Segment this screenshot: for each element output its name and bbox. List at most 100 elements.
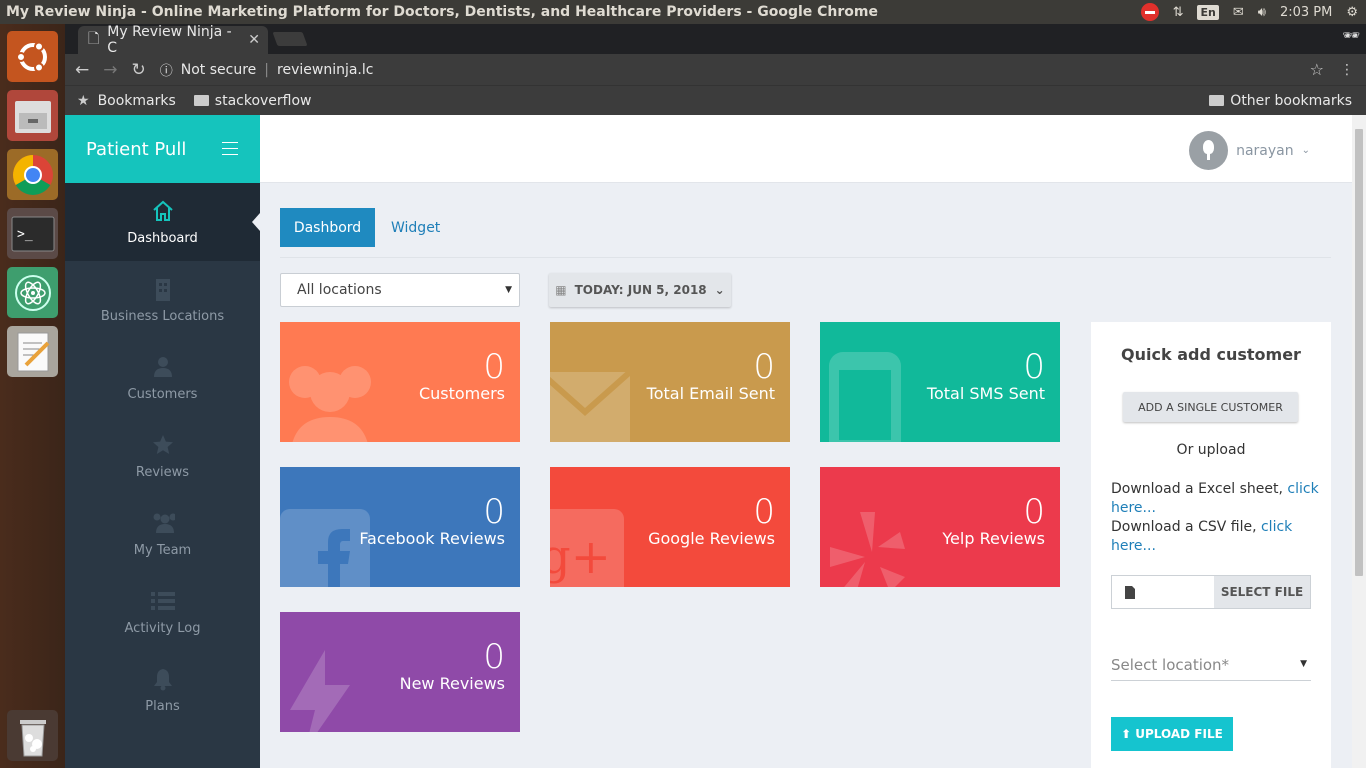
url-text[interactable]: reviewninja.lc	[277, 62, 373, 78]
menu-icon[interactable]: ⋮	[1340, 62, 1354, 78]
stat-value: 0	[483, 637, 505, 677]
stat-card-new-reviews[interactable]: 0 New Reviews	[280, 612, 520, 732]
stat-label: Customers	[418, 384, 505, 403]
bookmark-folder-stackoverflow[interactable]: stackoverflow	[193, 93, 312, 109]
trash-icon[interactable]	[7, 710, 58, 761]
sidebar-item-plans[interactable]: Plans	[65, 651, 260, 729]
sidebar-item-label: Business Locations	[100, 308, 225, 324]
browser-chrome: 🗋 My Review Ninja - C ✕ 🕶︎ ← → ↻ ⓘ Not s…	[65, 24, 1366, 115]
date-range-button[interactable]: ▦ TODAY: JUN 5, 2018 ⌄	[549, 273, 731, 307]
stat-value: 0	[753, 492, 775, 532]
quick-add-title: Quick add customer	[1121, 345, 1301, 364]
text-editor-icon[interactable]	[7, 326, 58, 377]
incognito-icon: 🕶︎	[1342, 28, 1360, 44]
file-icon	[1112, 576, 1214, 608]
other-bookmarks[interactable]: Other bookmarks	[1209, 93, 1366, 109]
mail-icon[interactable]: ✉	[1233, 5, 1244, 20]
security-label[interactable]: Not secure	[181, 62, 257, 78]
stat-card-google-reviews[interactable]: g+ 0 Google Reviews	[550, 467, 790, 587]
atom-icon[interactable]	[7, 267, 58, 318]
quick-add-panel: Quick add customer ADD A SINGLE CUSTOMER…	[1091, 322, 1331, 768]
svg-text:>_: >_	[17, 227, 33, 242]
svg-text:g+: g+	[550, 529, 611, 585]
back-icon[interactable]: ←	[75, 60, 89, 80]
stat-value: 0	[753, 347, 775, 387]
forward-icon[interactable]: →	[103, 60, 117, 80]
stat-label: Facebook Reviews	[359, 529, 505, 548]
bell-icon	[151, 667, 175, 691]
page-icon: 🗋	[88, 31, 100, 47]
terminal-icon[interactable]: >_	[7, 208, 58, 259]
chevron-down-icon: ⌄	[714, 283, 725, 297]
user-name[interactable]: narayan	[1236, 143, 1294, 159]
star-icon	[151, 433, 175, 457]
chevron-down-icon[interactable]: ⌄	[1302, 145, 1310, 156]
bookmarks-label[interactable]: Bookmarks	[98, 93, 176, 109]
tab-dashboard[interactable]: Dashbord	[280, 208, 375, 247]
address-bar[interactable]: ⓘ Not secure | reviewninja.lc ☆ ⋮	[159, 57, 1360, 82]
yelp-icon	[820, 507, 910, 587]
settings-gear-icon[interactable]: ⚙	[1346, 5, 1358, 20]
sidebar-item-my-team[interactable]: My Team	[65, 495, 260, 573]
bolt-icon	[280, 650, 360, 732]
new-tab-button[interactable]	[272, 32, 308, 46]
google-plus-icon: g+	[550, 509, 624, 587]
sidebar-item-activity-log[interactable]: Activity Log	[65, 573, 260, 651]
browser-toolbar: ← → ↻ ⓘ Not secure | reviewninja.lc ☆ ⋮	[65, 54, 1366, 85]
stat-card-total-email-sent[interactable]: 0 Total Email Sent	[550, 322, 790, 442]
avatar[interactable]	[1189, 131, 1229, 170]
stat-value: 0	[483, 492, 505, 532]
stat-card-total-sms-sent[interactable]: 0 Total SMS Sent	[820, 322, 1060, 442]
close-tab-icon[interactable]: ✕	[248, 32, 260, 48]
select-file-button[interactable]: SELECT FILE	[1214, 576, 1310, 608]
keyboard-language[interactable]: En	[1197, 4, 1219, 20]
unity-launcher: >_	[0, 24, 65, 768]
network-arrows-icon[interactable]: ⇅	[1173, 5, 1184, 20]
page-scrollbar[interactable]	[1352, 115, 1366, 768]
stat-card-yelp-reviews[interactable]: 0 Yelp Reviews	[820, 467, 1060, 587]
hamburger-menu-icon[interactable]	[222, 142, 238, 160]
stat-card-customers[interactable]: 0 Customers	[280, 322, 520, 442]
top-header: narayan ⌄	[260, 115, 1352, 183]
no-entry-icon[interactable]	[1140, 3, 1159, 21]
brand-name[interactable]: Patient Pull	[86, 139, 186, 160]
sidebar-item-business-locations[interactable]: Business Locations	[65, 261, 260, 339]
file-input[interactable]: SELECT FILE	[1111, 575, 1311, 609]
select-location-placeholder: Select location*	[1111, 655, 1230, 674]
bookmark-star-icon[interactable]: ☆	[1310, 60, 1324, 79]
tab-title: My Review Ninja - C	[107, 24, 232, 56]
clock[interactable]: 2:03 PM	[1280, 5, 1332, 20]
select-location-dropdown[interactable]: Select location* ▼	[1111, 649, 1311, 681]
user-menu[interactable]: narayan ⌄	[1189, 131, 1310, 170]
files-icon[interactable]	[7, 90, 58, 141]
envelope-icon	[550, 362, 640, 442]
location-filter-select[interactable]: All locations ▼	[280, 273, 520, 307]
volume-icon[interactable]: 🔊︎	[1258, 5, 1266, 20]
upload-file-button[interactable]: ⬆ UPLOAD FILE	[1111, 717, 1233, 751]
sidebar-item-dashboard[interactable]: Dashboard	[65, 183, 260, 261]
sidebar-item-reviews[interactable]: Reviews	[65, 417, 260, 495]
info-icon[interactable]: ⓘ	[160, 60, 173, 79]
reload-icon[interactable]: ↻	[132, 60, 146, 80]
window-title: My Review Ninja - Online Marketing Platf…	[6, 4, 878, 20]
ubuntu-icon[interactable]	[7, 31, 58, 82]
browser-tab[interactable]: 🗋 My Review Ninja - C ✕	[78, 24, 268, 56]
excel-download-text: Download a Excel sheet, click here...	[1111, 481, 1319, 516]
folder-icon	[193, 94, 209, 106]
stat-label: New Reviews	[399, 674, 505, 693]
sidebar-item-customers[interactable]: Customers	[65, 339, 260, 417]
bookmarks-bar: ★ Bookmarks stackoverflow Other bookmark…	[65, 85, 1366, 115]
sidebar-nav: Dashboard Business Locations Customers Revi…	[65, 183, 260, 729]
sidebar-item-label: Plans	[145, 698, 180, 714]
caret-down-icon: ▼	[505, 285, 512, 295]
scrollbar-thumb[interactable]	[1355, 129, 1363, 576]
stat-card-facebook-reviews[interactable]: 0 Facebook Reviews	[280, 467, 520, 587]
stat-label: Yelp Reviews	[942, 529, 1045, 548]
chrome-icon[interactable]	[7, 149, 58, 200]
stat-label: Google Reviews	[648, 529, 775, 548]
stat-value: 0	[483, 347, 505, 387]
tab-widget[interactable]: Widget	[391, 208, 440, 247]
add-single-customer-button[interactable]: ADD A SINGLE CUSTOMER	[1123, 392, 1298, 422]
users-icon	[280, 352, 390, 442]
sidebar-item-label: Reviews	[135, 464, 190, 480]
